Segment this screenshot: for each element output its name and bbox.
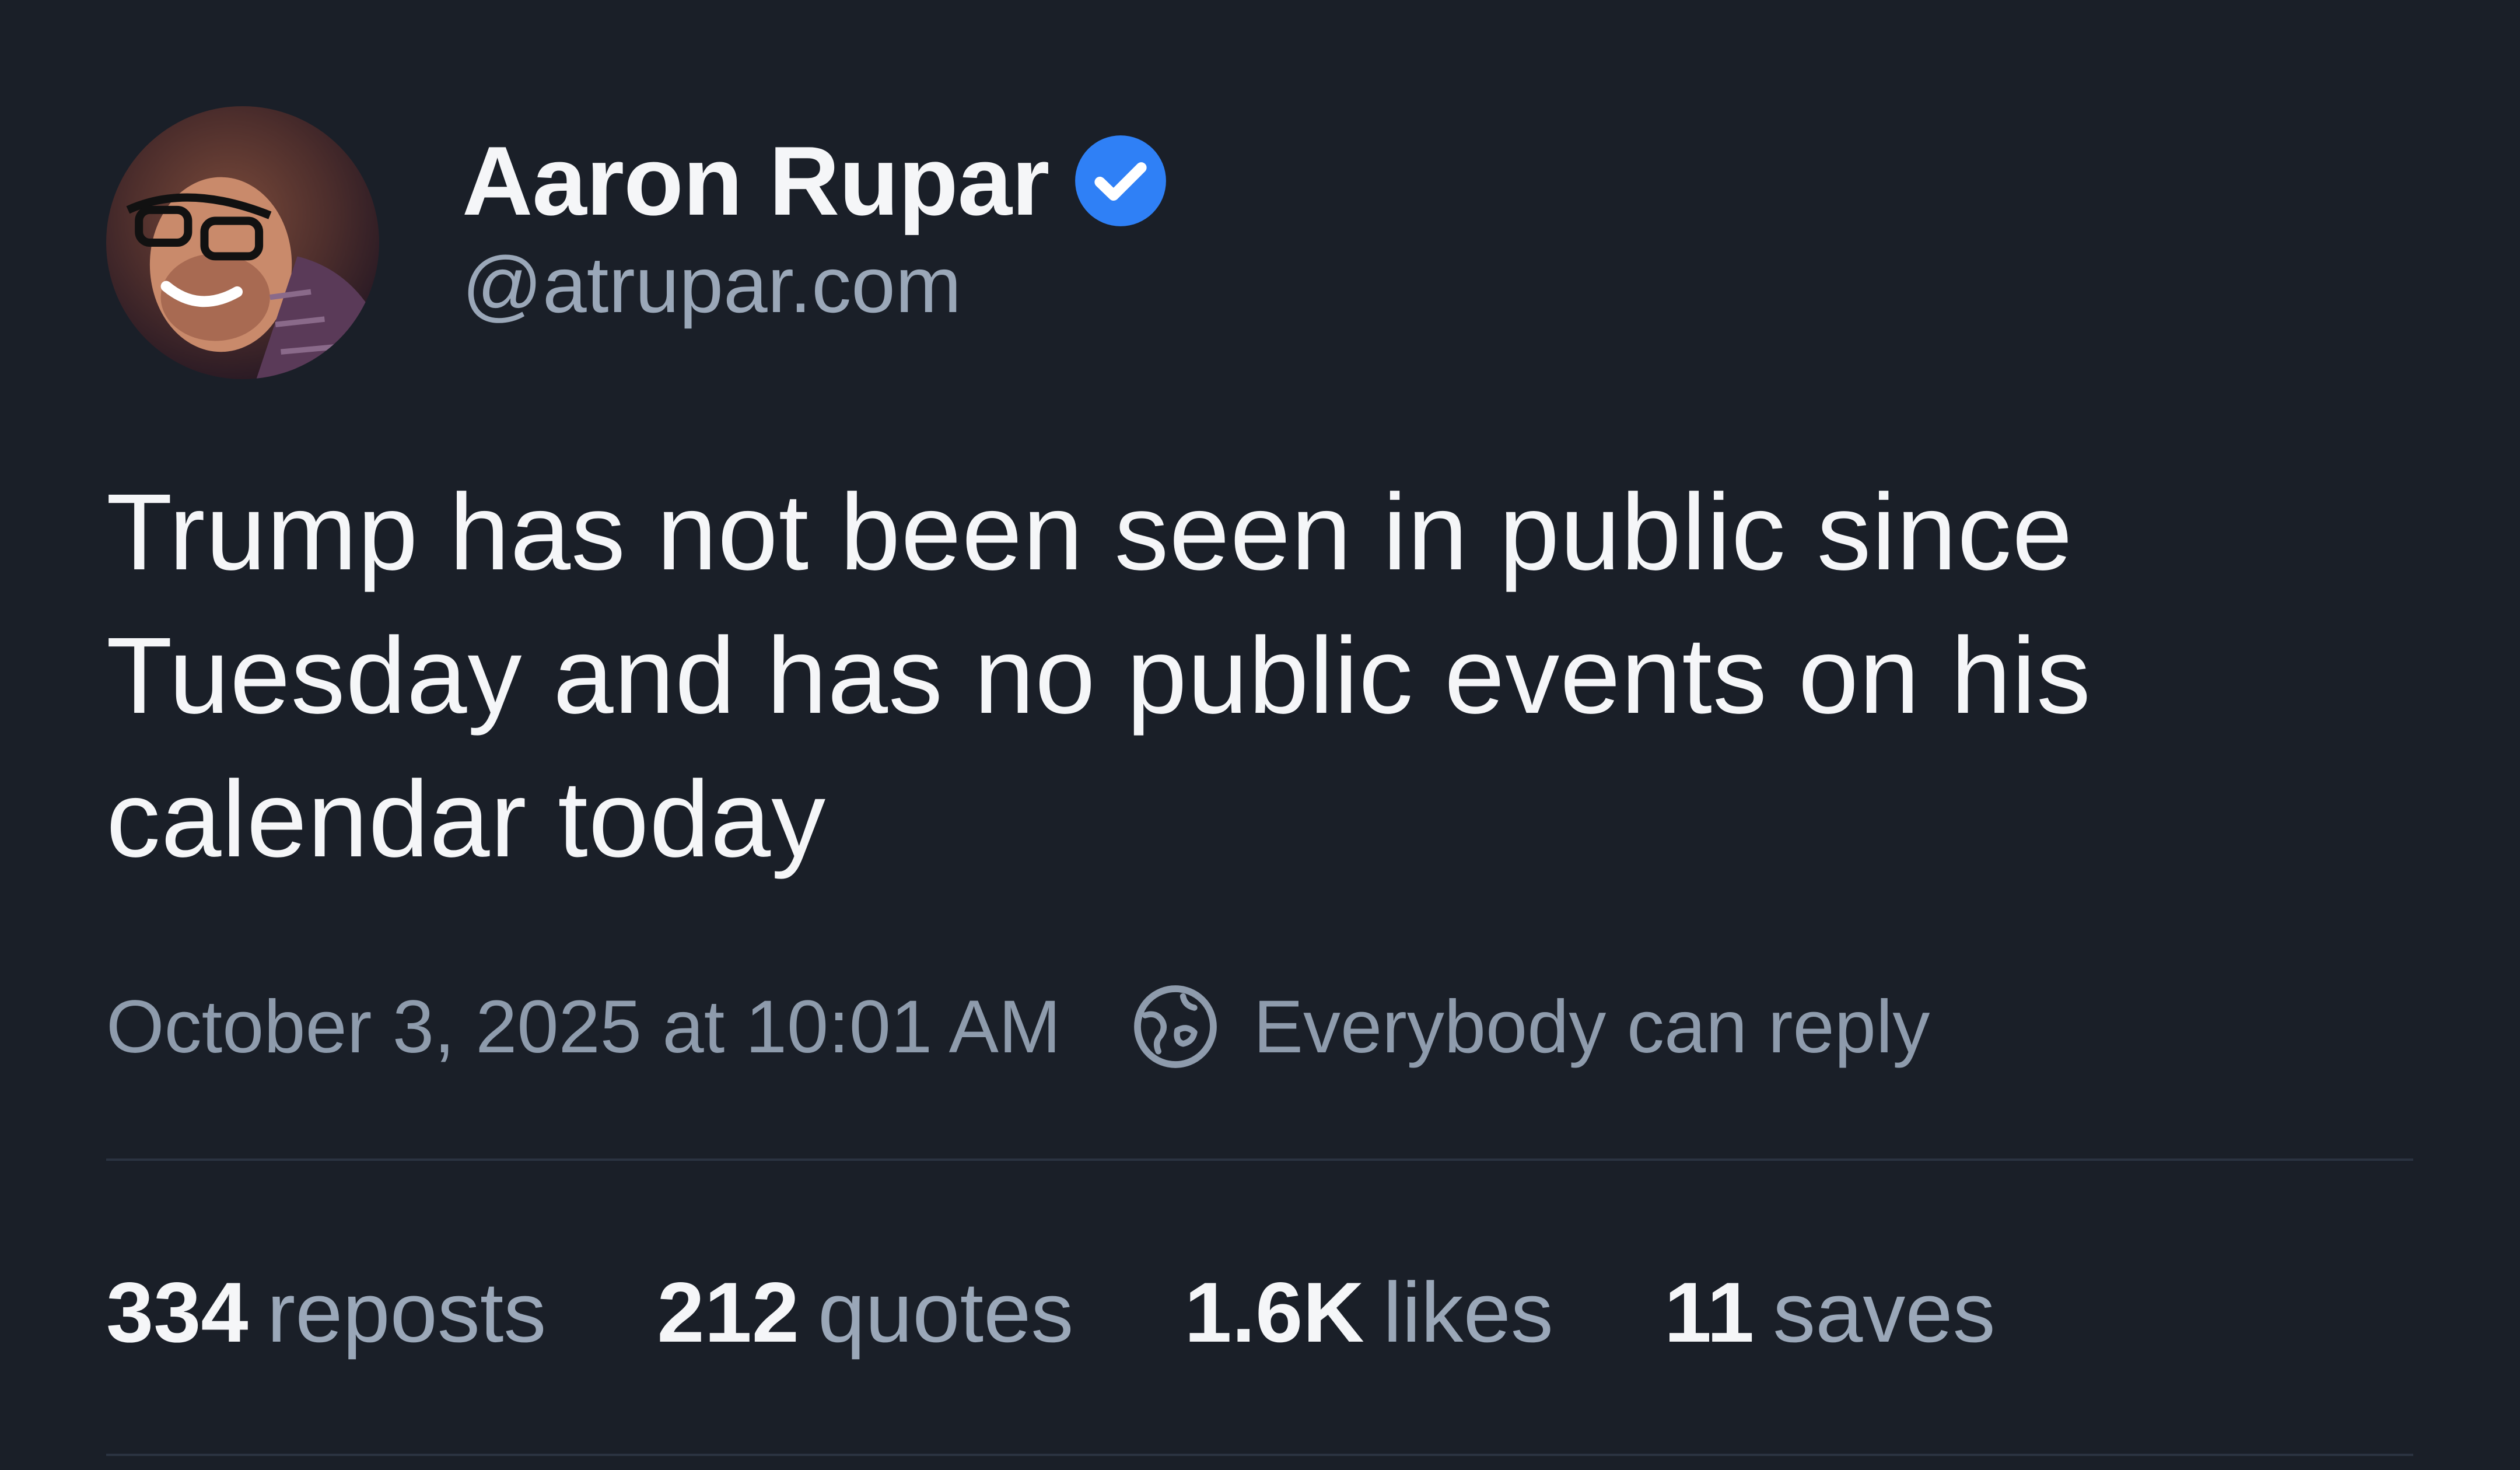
avatar[interactable] [106, 106, 379, 379]
stat-label: quotes [818, 1265, 1074, 1360]
stat-reposts[interactable]: 334 reposts [106, 1264, 546, 1362]
author-block: Aaron Rupar @atrupar.com [462, 123, 1170, 324]
divider [106, 1158, 2413, 1161]
post-card: Aaron Rupar @atrupar.com Trump has not b… [0, 0, 2520, 1470]
avatar-photo-icon [126, 177, 379, 379]
display-name[interactable]: Aaron Rupar [462, 132, 1049, 230]
reply-setting[interactable]: Everybody can reply [1254, 984, 1930, 1070]
post-text: Trump has not been seen in public since … [106, 472, 2091, 880]
stat-quotes[interactable]: 212 quotes [657, 1264, 1073, 1362]
stat-label: likes [1382, 1265, 1553, 1360]
verified-badge-icon [1071, 131, 1170, 230]
globe-icon [1130, 981, 1221, 1072]
divider [106, 1454, 2413, 1456]
post-timestamp[interactable]: October 3, 2025 at 10:01 AM [106, 984, 1061, 1070]
user-handle[interactable]: @atrupar.com [462, 245, 1170, 324]
stat-count: 11 [1664, 1265, 1755, 1360]
stat-count: 212 [657, 1265, 799, 1360]
stat-saves[interactable]: 11 saves [1664, 1264, 1996, 1362]
post-meta: October 3, 2025 at 10:01 AM Everybody ca… [106, 980, 1930, 1073]
name-row: Aaron Rupar [462, 123, 1170, 239]
stat-likes[interactable]: 1.6K likes [1184, 1264, 1553, 1362]
engagement-stats: 334 reposts 212 quotes 1.6K likes 11 saves [106, 1264, 2106, 1362]
stat-label: reposts [267, 1265, 547, 1360]
stat-count: 1.6K [1184, 1265, 1364, 1360]
stat-count: 334 [106, 1265, 249, 1360]
stat-label: saves [1773, 1265, 1996, 1360]
